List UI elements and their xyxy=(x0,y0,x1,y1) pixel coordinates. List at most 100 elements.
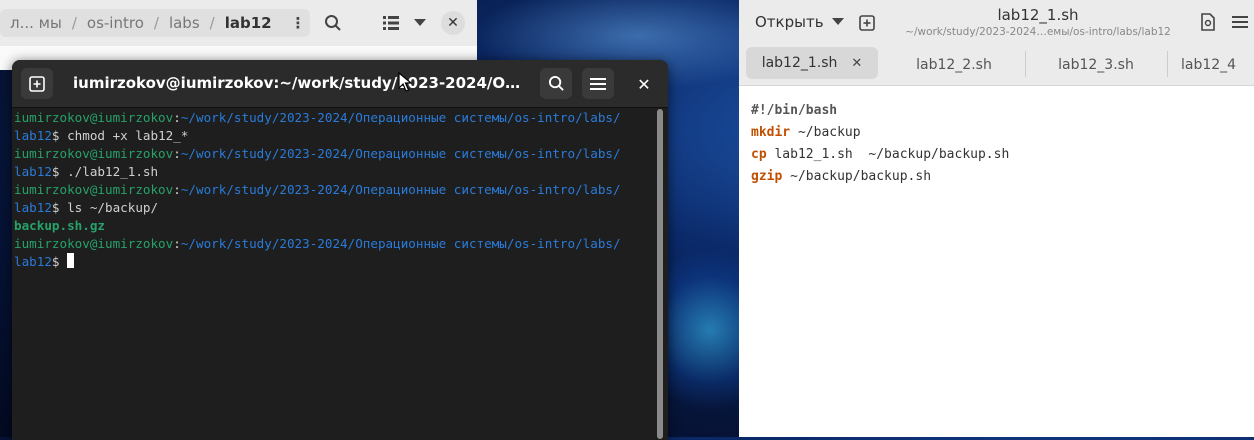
chevron-down-icon xyxy=(831,18,844,25)
code-line: gzip ~/backup/backup.sh xyxy=(751,166,1009,188)
code-line: mkdir ~/backup xyxy=(751,122,1009,144)
ls-output-file: backup.sh.gz xyxy=(14,218,105,233)
code-args: lab12_1.sh ~/backup/backup.sh xyxy=(766,147,1010,162)
breadcrumb-item[interactable]: л... мы xyxy=(0,14,72,32)
prompt-path-cont: lab12 xyxy=(14,254,52,269)
close-icon: ✕ xyxy=(637,74,651,94)
terminal-cursor xyxy=(67,253,75,268)
prompt-path: ~/work/study/2023-2024/Операционные сист… xyxy=(180,146,621,161)
terminal-search-button[interactable] xyxy=(540,68,572,99)
document-path: ~/work/study/2023-2024…емы/os-intro/labs… xyxy=(905,26,1171,38)
new-document-button[interactable] xyxy=(853,9,881,37)
prompt-dollar: $ xyxy=(51,200,60,215)
shebang: #!/bin/bash xyxy=(751,103,838,118)
open-button[interactable]: Открыть xyxy=(747,8,852,36)
terminal-line: iumirzokov@iumirzokov:~/work/study/2023-… xyxy=(14,181,654,199)
tab-separator xyxy=(1167,51,1168,77)
document-title: lab12_1.sh xyxy=(997,6,1079,24)
editor-headerbar: Открыть lab12_1.sh ~/work/study/2023-202… xyxy=(739,0,1254,45)
code-args: ~/backup/backup.sh xyxy=(782,169,932,184)
prompt-colon: : xyxy=(173,182,181,197)
mouse-pointer-icon xyxy=(398,72,412,92)
open-button-label: Открыть xyxy=(755,13,824,31)
prompt-dollar: $ xyxy=(51,128,60,143)
breadcrumb-item[interactable]: os-intro xyxy=(77,14,154,32)
tab-label: lab12_4 xyxy=(1181,57,1237,73)
command-text: chmod +x lab12_* xyxy=(59,128,189,143)
code-line: cp lab12_1.sh ~/backup/backup.sh xyxy=(751,144,1009,166)
terminal-line: iumirzokov@iumirzokov:~/work/study/2023-… xyxy=(14,235,654,253)
terminal-line: lab12$ ls ~/backup/ xyxy=(14,199,654,217)
view-options-button[interactable] xyxy=(405,9,435,37)
prompt-colon: : xyxy=(173,110,181,125)
save-button[interactable] xyxy=(1197,11,1219,33)
prompt-dollar: $ xyxy=(51,164,60,179)
view-list-button[interactable] xyxy=(376,9,406,37)
search-button[interactable] xyxy=(318,9,348,37)
hamburger-menu-icon xyxy=(590,77,606,90)
breadcrumb-item-current[interactable]: lab12 xyxy=(215,14,282,32)
terminal-scrollbar[interactable] xyxy=(657,109,663,439)
code-editor[interactable]: #!/bin/bash mkdir ~/backup cp lab12_1.sh… xyxy=(751,100,1009,188)
file-manager-headerbar: л... мы / os-intro / labs / lab12 ⋮ ✕ xyxy=(0,0,477,46)
search-icon xyxy=(548,75,564,91)
close-icon[interactable]: ✕ xyxy=(851,56,862,71)
prompt-path-cont: lab12 xyxy=(14,164,52,179)
prompt-path: ~/work/study/2023-2024/Операционные сист… xyxy=(180,236,621,251)
prompt-path-cont: lab12 xyxy=(14,128,52,143)
tab-label: lab12_3.sh xyxy=(1058,57,1134,73)
kebab-menu-icon[interactable]: ⋮ xyxy=(286,14,310,32)
list-view-icon xyxy=(383,16,399,30)
prompt-user: iumirzokov@iumirzokov xyxy=(14,146,174,161)
prompt-user: iumirzokov@iumirzokov xyxy=(14,110,174,125)
terminal-output[interactable]: iumirzokov@iumirzokov:~/work/study/2023-… xyxy=(14,109,654,271)
new-tab-button[interactable] xyxy=(21,68,53,99)
terminal-line: iumirzokov@iumirzokov:~/work/study/2023-… xyxy=(14,145,654,163)
close-button[interactable]: ✕ xyxy=(441,11,465,35)
code-args: ~/backup xyxy=(790,125,861,140)
tab-lab12-4[interactable]: lab12_4 xyxy=(1181,45,1254,85)
terminal-line: backup.sh.gz xyxy=(14,217,654,235)
terminal-close-button[interactable]: ✕ xyxy=(632,72,656,96)
terminal-line: lab12$ xyxy=(14,253,654,271)
terminal-headerbar: iumirzokov@iumirzokov:~/work/study/2023-… xyxy=(12,60,668,108)
prompt-user: iumirzokov@iumirzokov xyxy=(14,236,174,251)
new-tab-icon xyxy=(29,75,45,92)
breadcrumb-item[interactable]: labs xyxy=(159,14,210,32)
code-keyword: gzip xyxy=(751,169,783,184)
command-text xyxy=(60,254,68,269)
terminal-window: iumirzokov@iumirzokov:~/work/study/2023-… xyxy=(12,60,668,440)
prompt-path-cont: lab12 xyxy=(14,200,52,215)
editor-tab-bar: lab12_1.sh ✕ lab12_2.sh lab12_3.sh lab12… xyxy=(739,45,1254,86)
prompt-path: ~/work/study/2023-2024/Операционные сист… xyxy=(180,110,621,125)
breadcrumb: л... мы / os-intro / labs / lab12 ⋮ xyxy=(0,9,310,37)
code-keyword: cp xyxy=(751,147,767,162)
terminal-menu-button[interactable] xyxy=(582,68,614,99)
terminal-line: lab12$ ./lab12_1.sh xyxy=(14,163,654,181)
text-editor-window: Открыть lab12_1.sh ~/work/study/2023-202… xyxy=(739,0,1254,437)
document-save-icon xyxy=(1201,13,1215,31)
new-tab-icon xyxy=(859,15,875,31)
prompt-path: ~/work/study/2023-2024/Операционные сист… xyxy=(180,182,621,197)
close-icon: ✕ xyxy=(447,15,459,31)
tab-label: lab12_1.sh xyxy=(761,55,838,71)
tab-label: lab12_2.sh xyxy=(916,57,992,73)
terminal-line: iumirzokov@iumirzokov:~/work/study/2023-… xyxy=(14,109,654,127)
command-text: ls ~/backup/ xyxy=(59,200,159,215)
tab-lab12-3[interactable]: lab12_3.sh xyxy=(1026,45,1166,85)
prompt-colon: : xyxy=(173,146,181,161)
prompt-dollar: $ xyxy=(51,254,60,269)
search-icon xyxy=(325,15,341,31)
terminal-line: lab12$ chmod +x lab12_* xyxy=(14,127,654,145)
code-line: #!/bin/bash xyxy=(751,100,1009,122)
tab-lab12-2[interactable]: lab12_2.sh xyxy=(884,45,1024,85)
terminal-title: iumirzokov@iumirzokov:~/work/study/2023-… xyxy=(73,74,525,92)
prompt-user: iumirzokov@iumirzokov xyxy=(14,182,174,197)
tab-lab12-1[interactable]: lab12_1.sh ✕ xyxy=(746,47,878,79)
code-keyword: mkdir xyxy=(751,125,791,140)
editor-menu-button[interactable] xyxy=(1229,11,1251,33)
command-text: ./lab12_1.sh xyxy=(59,164,159,179)
prompt-colon: : xyxy=(173,236,181,251)
chevron-down-icon xyxy=(414,19,426,26)
hamburger-menu-icon xyxy=(1232,16,1248,28)
